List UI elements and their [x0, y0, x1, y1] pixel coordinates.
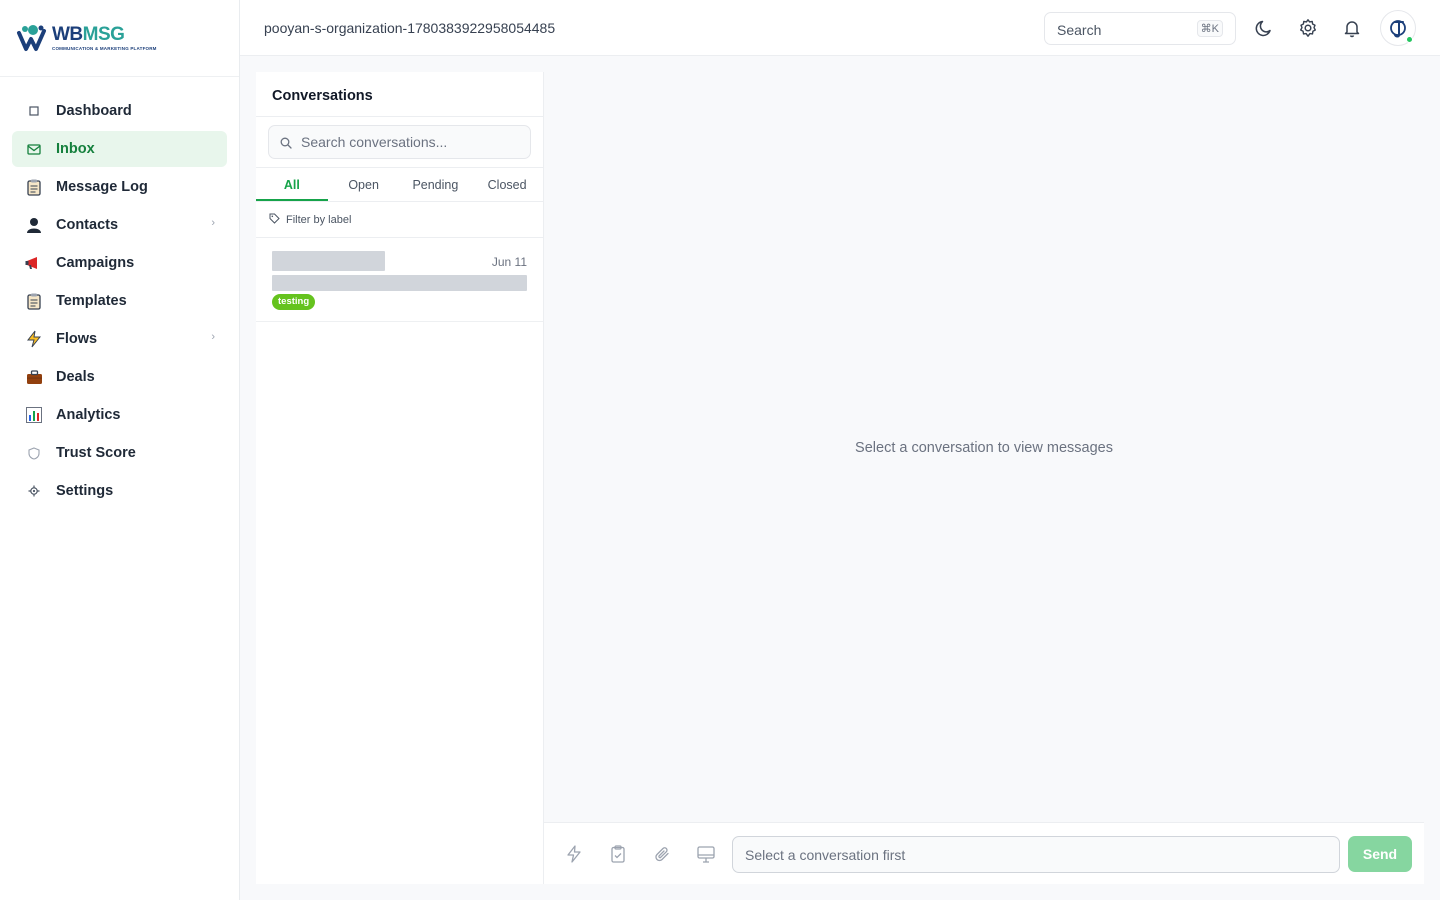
- sidebar-item-label: Dashboard: [56, 103, 132, 119]
- chevron-right-icon: ›: [211, 217, 215, 229]
- sidebar-item-templates[interactable]: Templates: [12, 283, 227, 319]
- moon-icon[interactable]: [1252, 16, 1276, 40]
- sidebar-item-campaigns[interactable]: Campaigns: [12, 245, 227, 281]
- sidebar-item-label: Deals: [56, 369, 95, 385]
- conversation-list-item[interactable]: Jun 11 testing: [256, 238, 543, 322]
- logo-mark-icon: [16, 23, 50, 53]
- settings-gear-icon[interactable]: [1296, 16, 1320, 40]
- sidebar-item-flows[interactable]: Flows ›: [12, 321, 227, 357]
- avatar-logo-icon: [1390, 20, 1406, 38]
- sidebar-nav: Dashboard Inbox Message Log Contacts › C…: [0, 77, 239, 527]
- sidebar-item-label: Contacts: [56, 217, 119, 233]
- sidebar-item-trust-score[interactable]: Trust Score: [12, 435, 227, 471]
- filter-by-label[interactable]: Filter by label: [256, 202, 543, 238]
- shield-icon: [24, 443, 44, 463]
- monitor-icon[interactable]: [696, 844, 716, 864]
- tab-closed[interactable]: Closed: [471, 168, 543, 201]
- logo-area: WBMSG COMMUNICATION & MARKETING PLATFORM: [0, 0, 239, 77]
- quick-reply-lightning-icon[interactable]: [564, 844, 584, 864]
- tab-pending[interactable]: Pending: [400, 168, 472, 201]
- tab-open[interactable]: Open: [328, 168, 400, 201]
- paperclip-icon[interactable]: [652, 844, 672, 864]
- sidebar-item-dashboard[interactable]: Dashboard: [12, 93, 227, 129]
- sidebar-item-label: Flows: [56, 331, 98, 347]
- sidebar-item-label: Inbox: [56, 141, 95, 157]
- sidebar-item-label: Trust Score: [56, 445, 136, 461]
- briefcase-icon: [24, 367, 44, 387]
- brand-tagline: COMMUNICATION & MARKETING PLATFORM: [52, 46, 157, 51]
- megaphone-icon: [24, 253, 44, 273]
- conversation-search-input[interactable]: [301, 126, 521, 158]
- conversations-panel: Conversations All Open Pending Closed Fi…: [256, 72, 544, 884]
- conversation-search[interactable]: [268, 125, 531, 159]
- sidebar-item-label: Message Log: [56, 179, 148, 195]
- sidebar-item-settings[interactable]: Settings: [12, 473, 227, 509]
- sidebar-item-inbox[interactable]: Inbox: [12, 131, 227, 167]
- sidebar-item-analytics[interactable]: Analytics: [12, 397, 227, 433]
- sidebar-item-contacts[interactable]: Contacts ›: [12, 207, 227, 243]
- search-icon: [280, 136, 292, 154]
- sidebar-item-label: Analytics: [56, 407, 121, 423]
- conversations-title: Conversations: [256, 72, 543, 117]
- chat-area: Select a conversation to view messages: [544, 72, 1424, 822]
- conversation-date: Jun 11: [491, 255, 527, 269]
- sidebar: WBMSG COMMUNICATION & MARKETING PLATFORM…: [0, 0, 240, 900]
- clipboard-icon: [24, 291, 44, 311]
- sidebar-item-label: Campaigns: [56, 255, 135, 271]
- global-search-label: Search: [1057, 22, 1102, 38]
- search-shortcut-badge: ⌘K: [1196, 20, 1223, 37]
- conversation-label-badge: testing: [272, 294, 316, 310]
- bar-chart-icon: [24, 405, 44, 425]
- global-search[interactable]: Search ⌘K: [1044, 12, 1236, 45]
- redacted-message-preview: [272, 275, 527, 291]
- square-icon: [24, 101, 44, 121]
- send-button[interactable]: Send: [1348, 836, 1412, 872]
- top-bar: pooyan-s-organization-178038392295805448…: [240, 0, 1440, 56]
- online-status-dot: [1406, 36, 1413, 43]
- filter-by-label-text: Filter by label: [286, 213, 352, 226]
- envelope-icon: [24, 139, 44, 159]
- user-avatar[interactable]: [1380, 10, 1416, 46]
- bell-icon[interactable]: [1340, 16, 1364, 40]
- organization-name[interactable]: pooyan-s-organization-178038392295805448…: [264, 20, 555, 36]
- clipboard-icon: [24, 177, 44, 197]
- brand-logo[interactable]: WBMSG COMMUNICATION & MARKETING PLATFORM: [16, 23, 157, 53]
- brand-name-part1: WB: [52, 24, 83, 45]
- sidebar-item-label: Templates: [56, 293, 127, 309]
- person-icon: [24, 215, 44, 235]
- redacted-contact-name: [272, 251, 385, 271]
- tag-icon: [269, 213, 280, 227]
- brand-name-part2: MSG: [82, 24, 125, 45]
- lightning-icon: [24, 329, 44, 349]
- chevron-right-icon: ›: [211, 331, 215, 343]
- empty-chat-message: Select a conversation to view messages: [855, 440, 1113, 456]
- template-clipboard-icon[interactable]: [608, 844, 628, 864]
- sidebar-item-deals[interactable]: Deals: [12, 359, 227, 395]
- gear-icon: [24, 481, 44, 501]
- sidebar-item-message-log[interactable]: Message Log: [12, 169, 227, 205]
- message-input[interactable]: [732, 836, 1340, 873]
- tab-all[interactable]: All: [256, 168, 328, 201]
- message-composer: Send: [544, 822, 1424, 884]
- conversation-status-tabs: All Open Pending Closed: [256, 167, 543, 202]
- sidebar-item-label: Settings: [56, 483, 114, 499]
